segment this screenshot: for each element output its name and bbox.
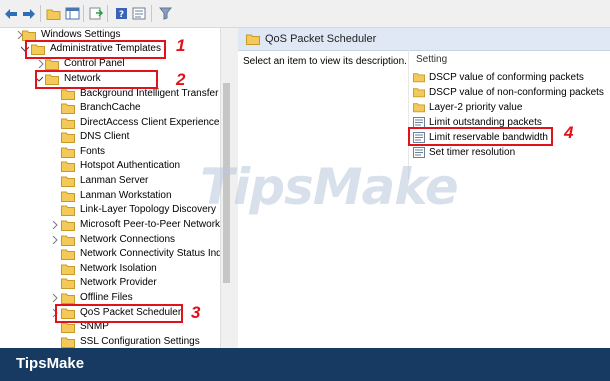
help-icon[interactable]: ? [113, 6, 129, 21]
folder-icon [61, 293, 75, 304]
tree-item-label: BranchCache [80, 102, 141, 113]
folder-icon [61, 132, 75, 143]
folder-icon [45, 59, 59, 70]
folder-icon [61, 103, 75, 114]
export-list-icon[interactable] [88, 6, 104, 21]
tree-item[interactable]: Network Isolation [61, 262, 157, 276]
highlight-box-step4 [408, 127, 553, 146]
tree-item[interactable]: Hotspot Authentication [61, 159, 180, 173]
step-number-2: 2 [176, 70, 186, 89]
tree-item-label: Hotspot Authentication [80, 160, 181, 171]
forward-arrow-icon[interactable] [21, 6, 37, 21]
toolbar: ? [0, 0, 610, 28]
highlight-box-step2 [35, 70, 158, 89]
tree-item-label: Network Connectivity Status Ind [80, 248, 222, 259]
tree-item[interactable]: Network Connectivity Status Ind [61, 247, 222, 261]
tree-item-label: Microsoft Peer-to-Peer Networki [80, 219, 223, 230]
folder-icon [61, 89, 75, 100]
tree-item[interactable]: DNS Client [61, 130, 129, 144]
folder-icon [246, 34, 260, 45]
tree-item[interactable]: Fonts [61, 145, 105, 159]
chevron-right-icon[interactable] [37, 60, 45, 68]
tree-item-label: Fonts [80, 146, 106, 157]
tree-item[interactable]: BranchCache [61, 101, 141, 115]
setting-label: Set timer resolution [429, 146, 516, 158]
tree-item[interactable]: Network Provider [61, 276, 157, 290]
svg-text:?: ? [118, 10, 123, 20]
tree-item[interactable]: Lanman Server [61, 174, 148, 188]
tree-item-label: Offline Files [80, 292, 133, 303]
details-title: QoS Packet Scheduler [265, 33, 377, 45]
chevron-right-icon[interactable] [16, 31, 24, 39]
tree-item-label: Lanman Server [80, 175, 149, 186]
folder-icon [61, 176, 75, 187]
folder-icon [61, 220, 75, 231]
chevron-right-icon[interactable] [51, 294, 59, 302]
folder-icon [413, 102, 425, 112]
tree-item[interactable]: Microsoft Peer-to-Peer Networki [52, 218, 223, 232]
setting-label: DSCP value of non-conforming packets [429, 86, 604, 98]
tree-item-label: SSL Configuration Settings [80, 336, 200, 347]
description-text: Select an item to view its description. [243, 56, 407, 67]
footer-bar: TipsMake [0, 348, 610, 381]
tree-item-label: Control Panel [64, 58, 125, 69]
tree-item-label: DirectAccess Client Experience Se [80, 117, 232, 128]
highlight-box-step1 [25, 40, 166, 59]
setting-row[interactable]: Layer-2 priority value [413, 100, 522, 114]
policy-setting-icon [413, 146, 425, 158]
tree-item[interactable]: Background Intelligent Transfer S [61, 87, 228, 101]
tree-item[interactable]: Lanman Workstation [61, 189, 172, 203]
setting-column-header[interactable]: Setting [416, 54, 447, 65]
chevron-right-icon[interactable] [51, 236, 59, 244]
brand-logo: TipsMake [16, 355, 85, 372]
watermark: TipsMake [200, 158, 459, 216]
folder-icon [413, 87, 425, 97]
folder-icon [61, 264, 75, 275]
tree-item-label: Lanman Workstation [80, 190, 172, 201]
step-number-4: 4 [564, 123, 574, 142]
setting-label: Layer-2 priority value [429, 101, 523, 113]
setting-row[interactable]: DSCP value of non-conforming packets [413, 85, 604, 99]
tree-item-label: DNS Client [80, 131, 130, 142]
folder-icon [22, 30, 36, 41]
step-number-3: 3 [191, 303, 201, 322]
tree-item-control-panel[interactable]: Control Panel [38, 57, 125, 71]
folder-icon [61, 118, 75, 129]
folder-icon [61, 337, 75, 348]
tree-item[interactable]: Network Connections [52, 233, 176, 247]
tree-item-label: Network Connections [80, 234, 176, 245]
back-arrow-icon[interactable] [3, 6, 19, 21]
filter-icon[interactable] [157, 6, 173, 21]
chevron-right-icon[interactable] [51, 221, 59, 229]
folder-icon [61, 205, 75, 216]
properties-icon[interactable] [131, 6, 147, 21]
folder-icon [61, 147, 75, 158]
highlight-box-step3 [55, 304, 183, 323]
tree-item[interactable]: Offline Files [52, 291, 133, 305]
tree-item-label: Background Intelligent Transfer S [80, 88, 228, 99]
tree-item[interactable]: Link-Layer Topology Discovery [61, 203, 216, 217]
folder-icon [413, 72, 425, 82]
tree-item[interactable]: DirectAccess Client Experience Se [61, 116, 232, 130]
tree-item-label: Network Isolation [80, 263, 157, 274]
show-hide-tree-icon[interactable] [64, 6, 80, 21]
tree-item-label: Link-Layer Topology Discovery [80, 204, 216, 215]
folder-icon [61, 235, 75, 246]
setting-label: Limit outstanding packets [429, 116, 542, 128]
tree-item[interactable]: SSL Configuration Settings [61, 335, 200, 348]
folder-icon [61, 322, 75, 333]
folder-icon [61, 278, 75, 289]
step-number-1: 1 [176, 36, 186, 55]
setting-label: DSCP value of conforming packets [429, 71, 584, 83]
folder-icon [61, 191, 75, 202]
folder-icon [61, 161, 75, 172]
setting-row[interactable]: Set timer resolution [413, 145, 515, 159]
setting-row[interactable]: DSCP value of conforming packets [413, 70, 584, 84]
folder-icon[interactable] [45, 6, 61, 21]
folder-icon [61, 249, 75, 260]
details-header: QoS Packet Scheduler [238, 28, 610, 51]
policy-setting-icon [413, 116, 425, 128]
tree-item-label: Network Provider [80, 277, 157, 288]
